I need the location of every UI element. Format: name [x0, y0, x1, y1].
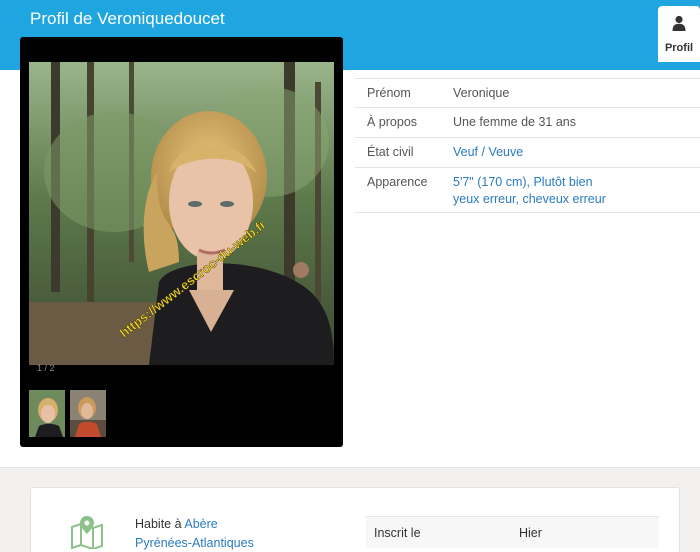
thumbnail-image — [29, 390, 65, 437]
city-link[interactable]: Abère — [184, 517, 217, 531]
location-text: Habite à Abère — [135, 517, 218, 531]
info-label: Apparence — [367, 175, 428, 189]
photo-counter: 1 / 2 — [37, 363, 55, 373]
main-profile-photo[interactable]: https://www.escroc-du-web.fr — [29, 62, 334, 365]
profile-photo-image: https://www.escroc-du-web.fr — [29, 62, 334, 365]
info-row-apparence: Apparence 5'7" (170 cm), Plutôt bien yeu… — [355, 167, 700, 212]
marital-status-link[interactable]: Veuf / Veuve — [453, 144, 523, 161]
map-pin-icon — [71, 516, 103, 549]
region-link[interactable]: Pyrénées-Atlantiques — [135, 536, 254, 550]
info-value: Veronique — [453, 86, 510, 100]
appearance-link[interactable]: 5'7" (170 cm), Plutôt bien — [453, 174, 593, 191]
registration-label: Inscrit le — [374, 526, 421, 540]
registration-value: Hier — [519, 526, 542, 540]
page-title: Profil de Veroniquedoucet — [30, 9, 225, 28]
info-row-etat-civil: État civil Veuf / Veuve — [355, 137, 700, 167]
user-icon — [672, 15, 686, 31]
tab-profil-label: Profil — [664, 42, 694, 54]
tab-profil[interactable]: Profil — [658, 6, 700, 62]
info-divider — [355, 212, 700, 213]
location-prefix: Habite à — [135, 517, 182, 531]
info-label: À propos — [367, 115, 418, 129]
registration-row: Inscrit le Hier — [366, 516, 659, 548]
appearance-link-2[interactable]: yeux erreur, cheveux erreur — [453, 191, 606, 208]
info-row-a-propos: À propos Une femme de 31 ans — [355, 107, 700, 137]
photo-thumbnail[interactable] — [29, 390, 65, 437]
info-label: État civil — [367, 145, 414, 159]
info-row-prenom: Prénom Veronique — [355, 78, 700, 107]
photo-thumbnail[interactable] — [70, 390, 106, 437]
info-label: Prénom — [367, 86, 411, 100]
thumbnail-image — [70, 390, 106, 437]
info-value: Une femme de 31 ans — [453, 115, 576, 129]
